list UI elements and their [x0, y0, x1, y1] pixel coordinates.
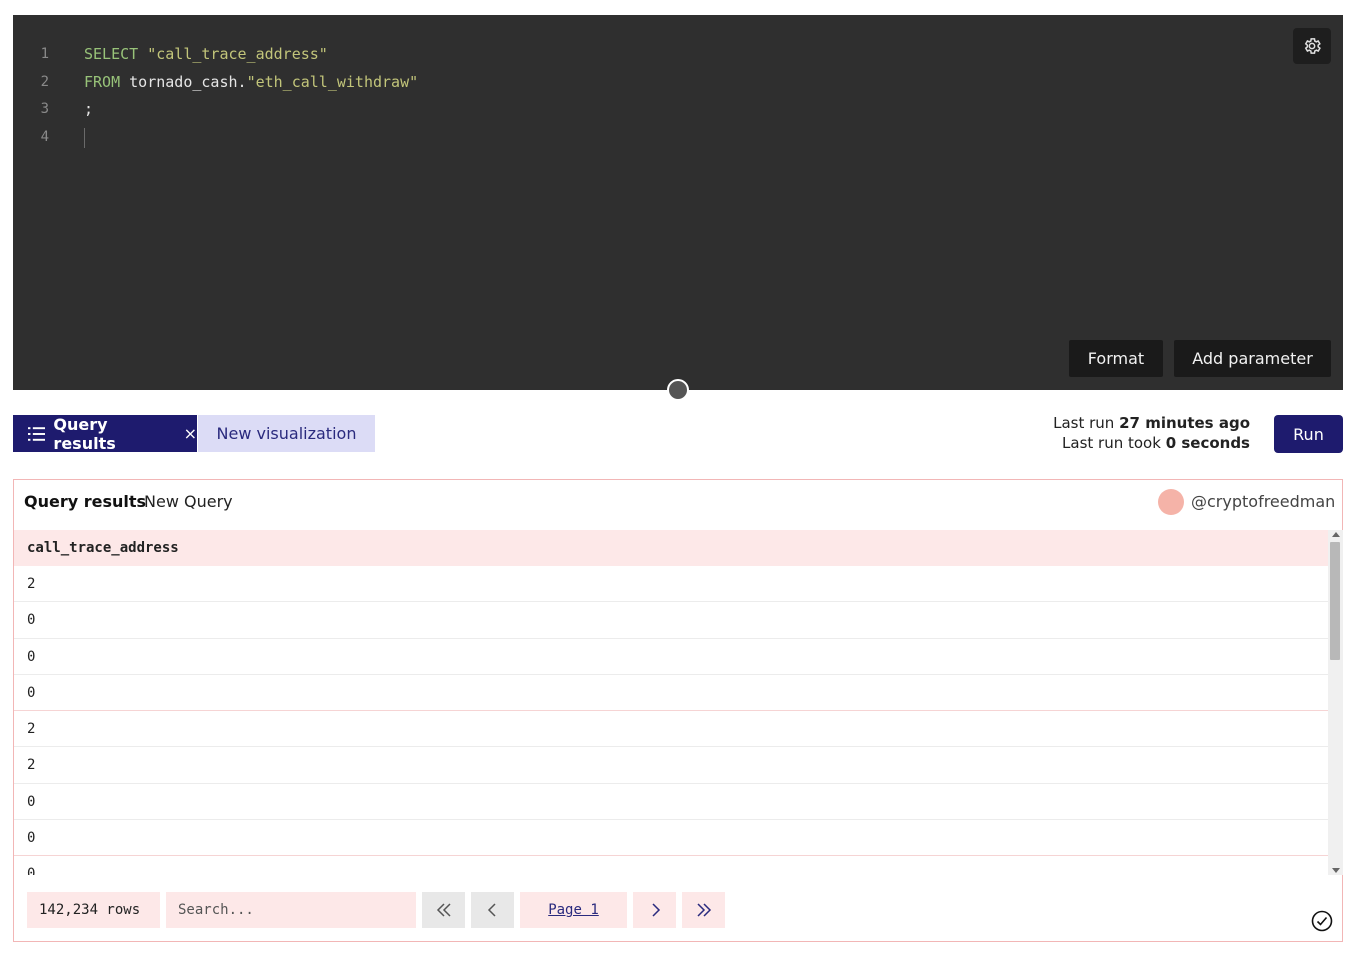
table-row[interactable]: 0	[14, 820, 1328, 857]
next-page-button[interactable]	[633, 892, 676, 928]
row-count: 142,234 rows	[27, 892, 160, 928]
gear-icon	[1304, 38, 1321, 54]
code-line[interactable]: 3;	[13, 95, 1343, 123]
scroll-down-icon[interactable]	[1332, 868, 1340, 873]
last-run-value: 27 minutes ago	[1119, 414, 1250, 432]
code-token: "call_trace_address"	[147, 45, 328, 63]
double-chevron-left-icon	[436, 903, 451, 917]
list-icon	[28, 426, 46, 441]
scroll-up-icon[interactable]	[1332, 532, 1340, 537]
first-page-button[interactable]	[422, 892, 465, 928]
search-input[interactable]	[166, 892, 416, 928]
page-indicator[interactable]: Page 1	[520, 892, 627, 928]
table-row[interactable]: 0	[14, 639, 1328, 675]
results-table: call_trace_address 200022000	[14, 530, 1328, 875]
editor-settings-button[interactable]	[1293, 28, 1331, 64]
text-cursor	[84, 127, 85, 148]
previous-page-button[interactable]	[471, 892, 514, 928]
owner-link[interactable]: @cryptofreedman	[1191, 492, 1335, 511]
table-row[interactable]: 2	[14, 711, 1328, 748]
panel-title: Query results	[24, 492, 147, 511]
line-number: 4	[40, 128, 49, 145]
last-run-took-prefix: Last run took	[1062, 434, 1161, 452]
code-text[interactable]: FROM tornado_cash."eth_call_withdraw"	[84, 68, 418, 96]
code-token: SELECT	[84, 45, 139, 63]
table-row[interactable]: 0	[14, 784, 1328, 821]
tab-new-visualization[interactable]: New visualization	[198, 415, 375, 452]
editor-resize-handle[interactable]	[667, 379, 689, 401]
tab-query-results[interactable]: Query results ×	[13, 414, 197, 453]
table-scrollbar[interactable]	[1328, 530, 1343, 875]
code-line[interactable]: 2 FROM tornado_cash."eth_call_withdraw"	[13, 68, 1343, 96]
code-token: ;	[84, 100, 94, 118]
table-row[interactable]: 2	[14, 747, 1328, 784]
code-line[interactable]: 1 SELECT "call_trace_address"	[13, 40, 1343, 68]
line-number: 2	[40, 73, 49, 90]
table-row[interactable]: 0	[14, 602, 1328, 639]
code-token: FROM	[84, 72, 121, 91]
table-row[interactable]: 0	[14, 856, 1328, 875]
query-name: New Query	[144, 492, 233, 511]
add-parameter-button[interactable]: Add parameter	[1174, 340, 1331, 377]
table-row[interactable]: 2	[14, 566, 1328, 603]
format-button[interactable]: Format	[1069, 340, 1163, 377]
close-icon[interactable]: ×	[184, 424, 197, 443]
run-info: Last run 27 minutes ago Last run took 0 …	[1053, 413, 1250, 453]
chevron-right-icon	[651, 903, 660, 917]
table-row[interactable]: 0	[14, 675, 1328, 712]
double-chevron-right-icon	[696, 903, 711, 917]
scroll-thumb[interactable]	[1330, 542, 1340, 660]
last-run-took-value: 0 seconds	[1165, 434, 1250, 452]
last-run-prefix: Last run	[1053, 414, 1115, 432]
last-page-button[interactable]	[682, 892, 725, 928]
tab-query-results-label: Query results	[53, 414, 116, 453]
line-number: 1	[40, 46, 49, 62]
code-token: "eth_call_withdraw"	[246, 72, 419, 91]
line-number: 3	[40, 101, 49, 117]
sql-editor[interactable]: 1 SELECT "call_trace_address" 2 FROM tornad…	[13, 15, 1343, 390]
results-panel: Query results New Query @cryptofreedman …	[13, 479, 1343, 942]
run-button[interactable]: Run	[1274, 415, 1343, 453]
code-line[interactable]: 4	[13, 123, 1343, 151]
avatar[interactable]	[1158, 489, 1184, 515]
code-token: tornado_cash.	[120, 72, 247, 91]
column-header[interactable]: call_trace_address	[14, 530, 1328, 566]
check-circle-icon	[1311, 910, 1333, 932]
chevron-left-icon	[487, 903, 496, 917]
code-text[interactable]: SELECT "call_trace_address"	[84, 40, 328, 68]
code-text[interactable]: ;	[84, 95, 93, 123]
